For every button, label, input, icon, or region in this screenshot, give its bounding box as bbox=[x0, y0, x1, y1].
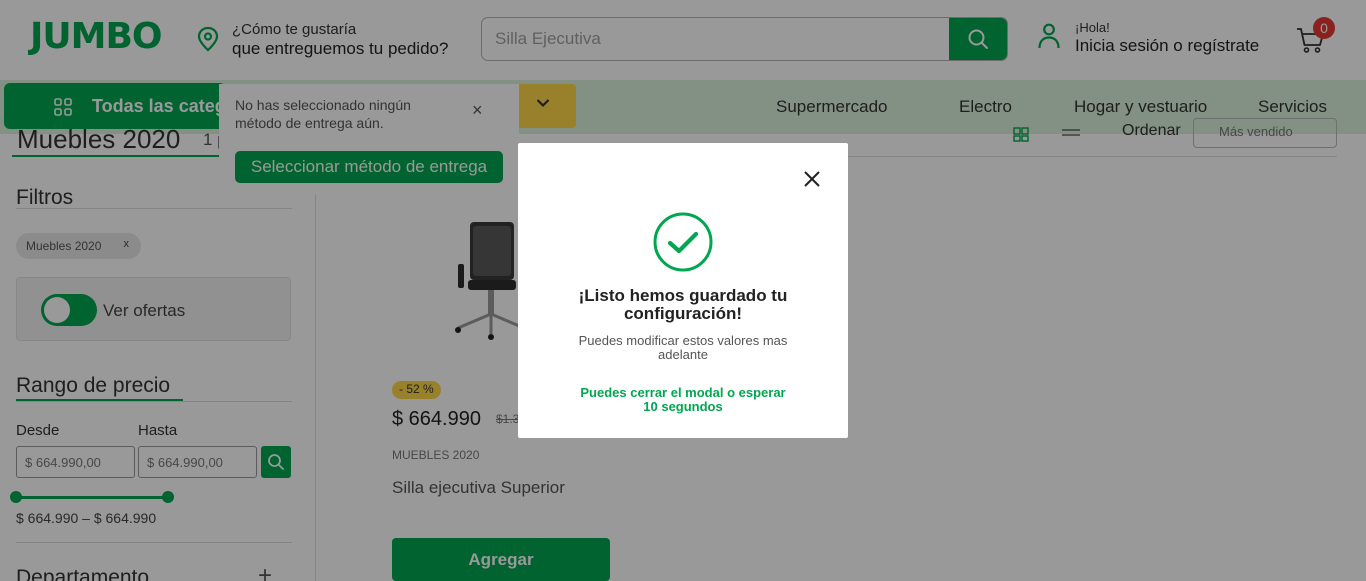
confirmation-modal: ¡Listo hemos guardado tu configuración! … bbox=[518, 143, 848, 438]
success-check-icon bbox=[653, 212, 713, 272]
modal-title: ¡Listo hemos guardado tu configuración! bbox=[578, 286, 788, 323]
close-icon[interactable] bbox=[802, 169, 822, 189]
modal-subtitle: Puedes modificar estos valores mas adela… bbox=[578, 333, 788, 362]
modal-autoclose-note: Puedes cerrar el modal o esperar 10 segu… bbox=[580, 385, 786, 414]
